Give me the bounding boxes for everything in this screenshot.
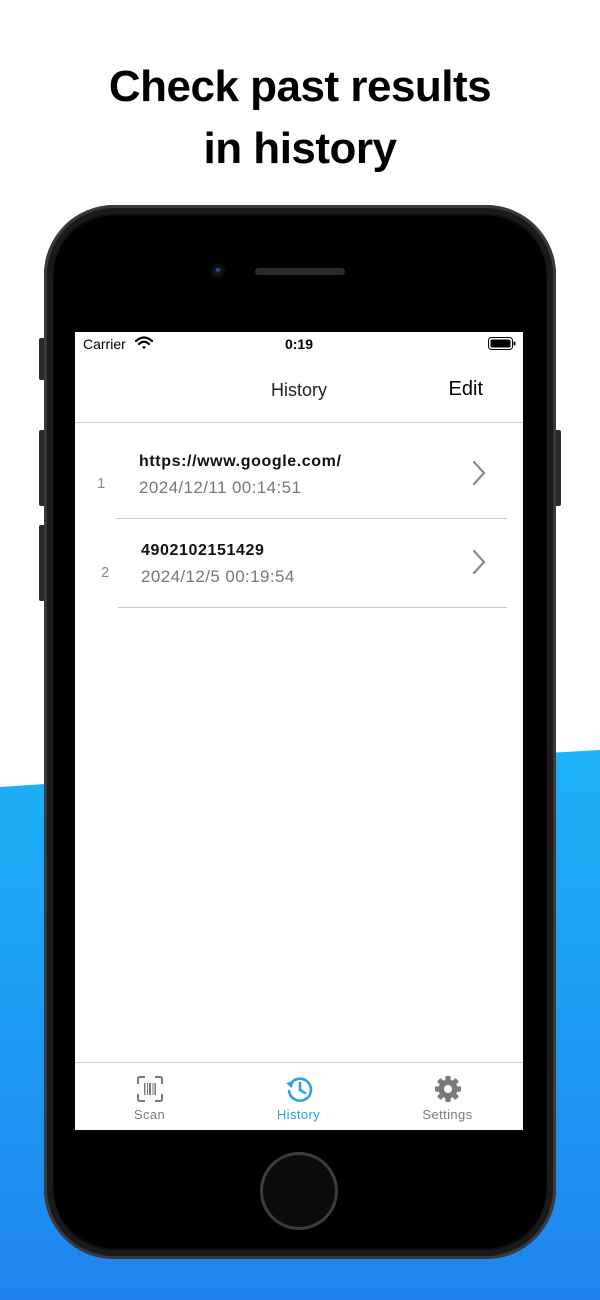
tab-label: Scan <box>133 1107 166 1122</box>
headline-line-2: in history <box>203 124 397 173</box>
history-row[interactable]: 1 https://www.google.com/ 2024/12/11 00:… <box>75 430 523 519</box>
home-button[interactable] <box>260 1152 338 1230</box>
chevron-right-icon <box>472 460 486 486</box>
row-index: 2 <box>101 564 110 581</box>
navigation-bar: History Edit <box>75 358 523 423</box>
clock-time: 0:19 <box>284 336 314 352</box>
row-date: 2024/12/11 00:14:51 <box>139 478 302 497</box>
chevron-right-icon <box>472 549 486 575</box>
headline-line-1: Check past results <box>108 62 492 111</box>
tab-label: History <box>276 1107 321 1122</box>
history-row[interactable]: 2 4902102151429 2024/12/5 00:19:54 <box>75 519 523 608</box>
row-date: 2024/12/5 00:19:54 <box>141 567 295 586</box>
edit-button[interactable]: Edit <box>449 378 483 401</box>
row-index: 1 <box>97 475 106 492</box>
row-title: 4902102151429 <box>141 542 265 559</box>
gear-icon <box>435 1076 461 1102</box>
marketing-headline: Check past results in history <box>0 56 600 180</box>
tab-settings[interactable]: Settings <box>373 1063 522 1130</box>
barcode-scan-icon <box>137 1076 163 1102</box>
history-clock-icon <box>286 1077 313 1102</box>
earpiece-speaker <box>255 268 345 275</box>
row-title: https://www.google.com/ <box>139 453 342 470</box>
app-screen: Carrier 0:19 History Edit 1 https://www.… <box>75 332 523 1130</box>
battery-icon <box>488 337 516 350</box>
front-camera <box>211 264 225 278</box>
status-bar: Carrier 0:19 <box>75 332 523 356</box>
row-divider <box>118 607 507 608</box>
tab-label: Settings <box>422 1107 473 1122</box>
tab-scan[interactable]: Scan <box>75 1063 224 1130</box>
tab-history[interactable]: History <box>224 1063 373 1130</box>
tab-bar: Scan History Settings <box>75 1062 523 1130</box>
